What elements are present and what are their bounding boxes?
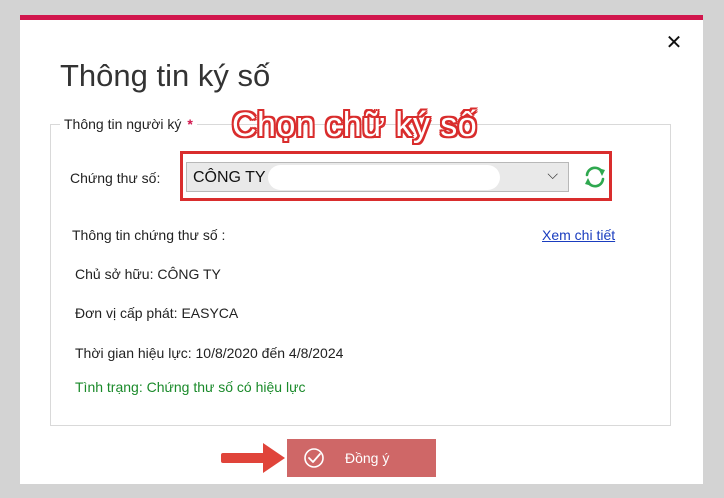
arrow-right-icon (219, 440, 289, 476)
dialog-title: Thông tin ký số (60, 58, 271, 93)
signer-info-legend-text: Thông tin người ký (64, 116, 182, 132)
issuer-text: Đơn vị cấp phát: EASYCA (75, 305, 239, 321)
refresh-icon[interactable] (581, 163, 609, 191)
owner-text: Chủ sở hữu: CÔNG TY (75, 266, 221, 282)
close-icon[interactable]: ✕ (664, 32, 684, 52)
annotation-label: Chọn chữ ký số (232, 106, 478, 144)
chevron-down-icon: ⌵ (547, 167, 558, 183)
certificate-select-value: CÔNG TY (193, 169, 266, 186)
redacted-mask (268, 165, 500, 190)
status-text: Tình trạng: Chứng thư số có hiệu lực (75, 379, 306, 395)
sign-dialog: ✕ Thông tin ký số Thông tin người ký * Ch… (20, 15, 703, 484)
signer-info-legend: Thông tin người ký * (60, 116, 197, 132)
check-circle-icon (303, 447, 325, 469)
certificate-info-heading: Thông tin chứng thư số : (72, 227, 226, 243)
certificate-label: Chứng thư số: (70, 170, 161, 186)
validity-text: Thời gian hiệu lực: 10/8/2020 đến 4/8/20… (75, 345, 344, 361)
view-detail-link[interactable]: Xem chi tiết (542, 227, 615, 243)
confirm-button[interactable]: Đồng ý (287, 439, 436, 477)
required-mark: * (187, 116, 193, 132)
confirm-button-label: Đồng ý (345, 450, 390, 466)
